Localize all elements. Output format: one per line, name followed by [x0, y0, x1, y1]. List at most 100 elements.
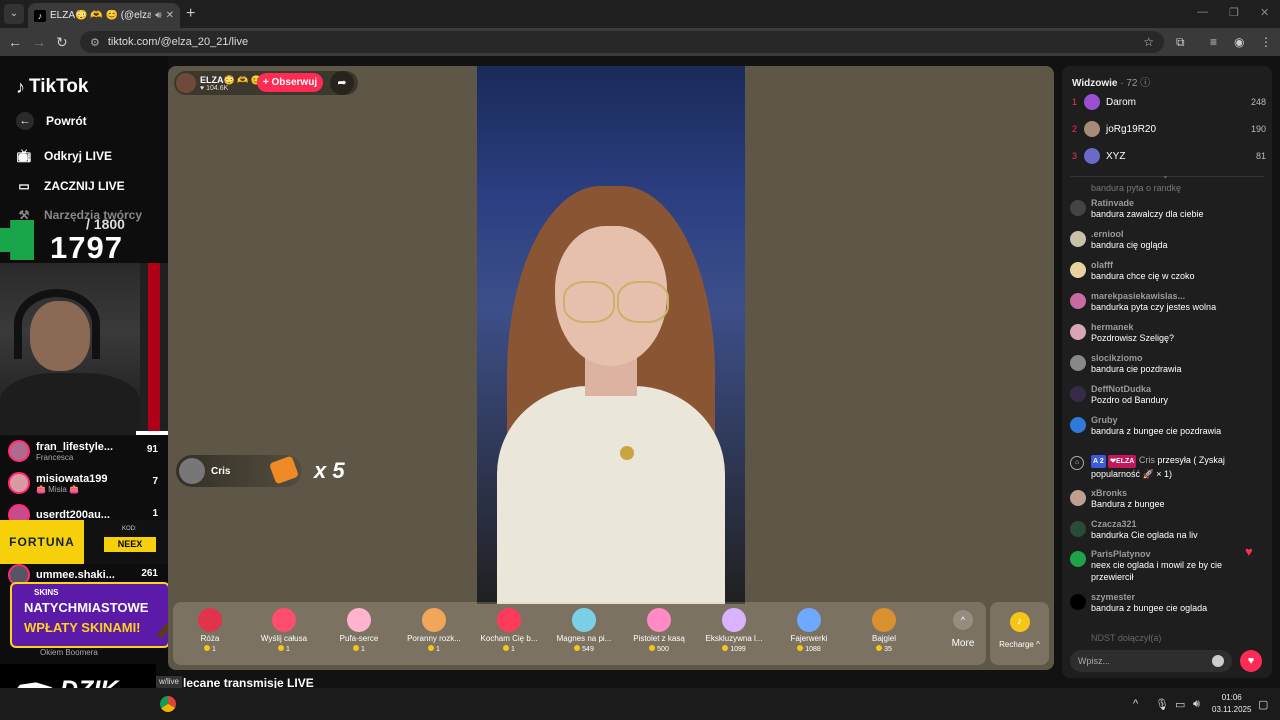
- chat-user[interactable]: .erniool: [1091, 229, 1266, 239]
- chrome-icon[interactable]: [160, 696, 176, 712]
- avatar[interactable]: [1070, 355, 1086, 371]
- kiss-gift-icon: [272, 608, 296, 632]
- notifications-icon[interactable]: ▢: [1258, 698, 1268, 711]
- avatar[interactable]: [1070, 490, 1086, 506]
- chevron-down-icon[interactable]: ⌄: [1162, 171, 1169, 180]
- clock[interactable]: 01:06 03.11.2025: [1212, 692, 1251, 716]
- gift-system-message: ⌂ A 2 ❤ELZA Cris przesyła ( Zyskaj popul…: [1070, 454, 1266, 481]
- rank-row[interactable]: 3 XYZ 81: [1072, 146, 1266, 166]
- gift-item[interactable]: Pistolet z kasą 500: [622, 606, 696, 662]
- sidebar-item-discover-live[interactable]: 📺︎ Odkryj LIVE: [16, 148, 112, 164]
- close-window-icon[interactable]: ✕: [1260, 6, 1269, 19]
- site-info-icon[interactable]: ⚙: [90, 36, 100, 49]
- speaker-icon[interactable]: 🔊︎: [155, 10, 161, 21]
- avatar[interactable]: [1070, 551, 1086, 567]
- avatar[interactable]: [1070, 293, 1086, 309]
- avatar[interactable]: [1070, 386, 1086, 402]
- host-avatar[interactable]: [176, 73, 196, 93]
- more-gifts-button[interactable]: ^ More: [943, 610, 983, 649]
- chat-panel: Widzowie · 72 ⓘ 1 Darom 248 2 joRg19R20 …: [1062, 66, 1272, 678]
- goal-counter: / 1800 1797: [0, 214, 140, 265]
- live-player[interactable]: ELZA😳 🫶 😊 ♥ 104.6K + Obserwuj ➦ Cris x 5…: [168, 66, 1054, 670]
- sidebar-item-go-live[interactable]: ▭ ZACZNIJ LIVE: [16, 178, 124, 194]
- chat-user[interactable]: slocikziomo: [1091, 353, 1266, 363]
- chat-user[interactable]: marekpasiekawislas...: [1091, 291, 1266, 301]
- chat-user[interactable]: hermanek: [1091, 322, 1266, 332]
- gift-bar: Róża 1 Wyślij całusa 1 Pufa-serce 1 Pora…: [173, 602, 986, 665]
- fireworks-gift-icon: [797, 608, 821, 632]
- chat-user[interactable]: ParisPlatynov: [1091, 549, 1240, 559]
- like-heart-button[interactable]: ♥: [1240, 650, 1262, 672]
- rank-row[interactable]: 1 Darom 248: [1072, 92, 1266, 112]
- chat-user[interactable]: olafff: [1091, 260, 1266, 270]
- reload-icon[interactable]: ↻: [56, 34, 68, 51]
- chat-input[interactable]: Wpisz...: [1070, 650, 1232, 672]
- rank-name: XYZ: [1106, 150, 1126, 162]
- host-name: ELZA😳 🫶 😊: [200, 74, 263, 85]
- chat-user[interactable]: Czacza321: [1091, 519, 1266, 529]
- list-item[interactable]: fran_lifestyle... Francesca 91: [8, 436, 158, 466]
- gift-name: Ekskluzywna l...: [705, 634, 763, 643]
- new-tab-button[interactable]: +: [186, 5, 195, 23]
- back-arrow-icon[interactable]: ←: [8, 34, 22, 50]
- tab-search-button[interactable]: ⌄: [4, 4, 24, 24]
- chat-user[interactable]: Gruby: [1091, 415, 1266, 425]
- avatar[interactable]: [1070, 521, 1086, 537]
- avatar[interactable]: [1070, 324, 1086, 340]
- close-tab-icon[interactable]: ✕: [166, 10, 174, 21]
- tiktok-note-icon: ♪: [16, 76, 25, 97]
- minimize-icon[interactable]: —: [1197, 6, 1208, 18]
- rank-row[interactable]: 2 joRg19R20 190: [1072, 119, 1266, 139]
- menu-icon[interactable]: ⋮: [1260, 35, 1272, 49]
- browser-tab[interactable]: ♪ ELZA😳 🫶 😊 (@elza_20_2 🔊︎ ✕: [28, 3, 180, 28]
- avatar[interactable]: [1070, 594, 1086, 610]
- gift-name: Fajerwerki: [790, 634, 828, 643]
- list-item[interactable]: misiowata199 👛 Misia 👛 7: [8, 468, 158, 498]
- chat-text: neex cie oglada i mowil ze by cie przewi…: [1091, 560, 1223, 582]
- system-user[interactable]: Cris: [1139, 455, 1155, 465]
- avatar[interactable]: [1070, 200, 1086, 216]
- chat-user[interactable]: xBronks: [1091, 488, 1266, 498]
- gift-item[interactable]: Kocham Cię b... 1: [472, 606, 546, 662]
- chat-user[interactable]: Ratinvade: [1091, 198, 1266, 208]
- gift-item[interactable]: Róża 1: [173, 606, 247, 662]
- gift-item[interactable]: Pufa-serce 1: [322, 606, 396, 662]
- fortuna-ad: FORTUNA KOD: NEEX: [0, 520, 175, 564]
- avatar[interactable]: [1070, 417, 1086, 433]
- network-icon[interactable]: ▭: [1175, 698, 1185, 711]
- back-label: Powrót: [46, 114, 87, 128]
- restore-icon[interactable]: ❐: [1229, 6, 1239, 19]
- gift-item[interactable]: Magnes na pi... 549: [547, 606, 621, 662]
- tiktok-logo[interactable]: ♪ TikTok: [16, 76, 88, 98]
- gift-item[interactable]: Ekskluzywna l... 1099: [697, 606, 771, 662]
- follow-button[interactable]: + Obserwuj: [257, 73, 323, 92]
- emoji-icon[interactable]: [1212, 655, 1224, 667]
- chat-user[interactable]: DeffNotDudka: [1091, 384, 1266, 394]
- tray-chevron-icon[interactable]: ^: [1133, 698, 1138, 710]
- volume-icon[interactable]: 🔊︎: [1193, 698, 1200, 711]
- profile-icon[interactable]: ◉: [1234, 35, 1244, 49]
- viewers-header[interactable]: Widzowie · 72 ⓘ: [1072, 74, 1150, 89]
- avatar[interactable]: [1070, 262, 1086, 278]
- gift-item[interactable]: Fajerwerki 1088: [772, 606, 846, 662]
- gift-price: 1099: [697, 645, 771, 653]
- microphone-icon[interactable]: 🎙︎: [1155, 698, 1169, 711]
- gift-name: Magnes na pi...: [556, 634, 612, 643]
- avatar[interactable]: [1070, 231, 1086, 247]
- bookmark-star-icon[interactable]: ☆: [1143, 35, 1154, 49]
- tab-title: ELZA😳 🫶 😊 (@elza_20_2: [50, 10, 152, 21]
- media-icon[interactable]: ≡: [1210, 35, 1217, 49]
- wheel-grip: [148, 263, 160, 435]
- gift-item[interactable]: Bajgiel 35: [847, 606, 921, 662]
- forward-arrow-icon[interactable]: →: [32, 34, 46, 50]
- share-icon[interactable]: ➦: [330, 71, 354, 95]
- gift-item[interactable]: Wyślij całusa 1: [247, 606, 321, 662]
- back-button[interactable]: ← Powrót: [16, 112, 87, 130]
- live-video[interactable]: [477, 66, 745, 604]
- address-bar[interactable]: ⚙ tiktok.com/@elza_20_21/live ☆: [80, 31, 1164, 53]
- chat-user[interactable]: szymester: [1091, 592, 1266, 602]
- info-icon[interactable]: ⓘ: [1140, 78, 1150, 89]
- extensions-icon[interactable]: ⧉: [1176, 35, 1185, 50]
- recharge-button[interactable]: ♪ Recharge ^: [990, 602, 1049, 665]
- gift-item[interactable]: Poranny rozk... 1: [397, 606, 471, 662]
